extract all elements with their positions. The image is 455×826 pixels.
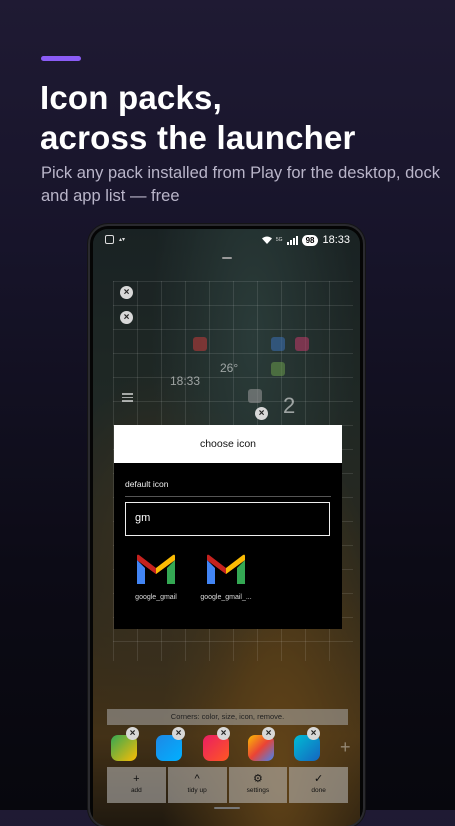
app-icon[interactable]	[295, 337, 309, 351]
divider	[125, 496, 331, 497]
chevron-up-icon: ^	[194, 773, 200, 785]
weather-temp: 26°	[220, 361, 239, 375]
tidy-up-label: tidy up	[187, 787, 207, 794]
menu-icon[interactable]	[122, 393, 133, 404]
add-button[interactable]: + add	[107, 767, 166, 803]
dock: × × × × × +	[107, 727, 352, 765]
icon-result-label: google_gmail	[135, 594, 177, 601]
icon-result-google-gmail[interactable]: google_gmail	[119, 554, 193, 601]
icon-result-google-gmail-alt[interactable]: google_gmail_...	[189, 554, 263, 601]
gmail-icon	[207, 554, 245, 584]
default-icon-option[interactable]: default icon	[125, 479, 168, 489]
edit-toolbar: + add ^ tidy up ⚙ settings ✓ done	[107, 767, 348, 803]
signal-icon	[286, 235, 298, 245]
corners-hint: Corners: color, size, icon, remove.	[107, 709, 348, 725]
status-time: 18:33	[322, 234, 350, 246]
check-icon: ✓	[314, 773, 324, 785]
status-bar: ▴▾ 5G 98 18:33	[93, 229, 360, 251]
headline-line-2: across the launcher	[40, 119, 356, 156]
gmail-icon	[137, 554, 175, 584]
icon-search-input[interactable]: gm	[125, 502, 330, 536]
accent-bar	[41, 56, 81, 61]
gear-icon: ⚙	[252, 773, 263, 785]
plus-icon: +	[133, 773, 140, 785]
headline-line-1: Icon packs,	[40, 79, 222, 116]
settings-button[interactable]: ⚙ settings	[228, 767, 288, 803]
status-right: 5G 98 18:33	[261, 234, 350, 246]
app-icon[interactable]	[248, 389, 262, 403]
home-clock: 18:33	[170, 374, 201, 388]
network-type: 5G	[275, 236, 283, 243]
done-label: done	[311, 787, 326, 794]
linkedin-icon[interactable]	[271, 337, 285, 351]
choose-icon-dialog: choose icon default icon gm google_gmail	[114, 425, 342, 629]
icon-result-label: google_gmail_...	[200, 594, 252, 601]
remove-badge[interactable]: ×	[255, 407, 268, 420]
done-button[interactable]: ✓ done	[289, 767, 348, 803]
status-left: ▴▾	[105, 235, 125, 244]
edit-handle	[221, 257, 232, 259]
remove-badge[interactable]: ×	[172, 727, 185, 740]
remove-badge[interactable]: ×	[307, 727, 320, 740]
headline: Icon packs, across the launcher	[40, 78, 440, 158]
screenshot-icon	[105, 235, 114, 244]
remove-badge[interactable]: ×	[217, 727, 230, 740]
home-indicator	[213, 807, 240, 809]
wifi-icon	[261, 236, 272, 244]
battery-badge: 98	[301, 234, 319, 246]
app-icon[interactable]	[271, 362, 285, 376]
tidy-up-button[interactable]: ^ tidy up	[167, 767, 227, 803]
app-icon[interactable]	[193, 337, 207, 351]
subheadline: Pick any pack installed from Play for th…	[41, 164, 440, 205]
remove-badge[interactable]: ×	[120, 311, 133, 324]
settings-label: settings	[246, 787, 270, 794]
remove-badge[interactable]: ×	[262, 727, 275, 740]
page-indicator: 2	[283, 393, 296, 418]
data-speed-icon: ▴▾	[119, 237, 126, 243]
add-label: add	[130, 787, 142, 794]
dialog-title: choose icon	[114, 425, 342, 463]
remove-badge[interactable]: ×	[126, 727, 139, 740]
phone-mockup: ▴▾ 5G 98 18:33 × × 18:33 26° 2 × choose …	[90, 226, 363, 826]
add-dock-icon[interactable]: +	[340, 737, 351, 758]
remove-badge[interactable]: ×	[120, 286, 133, 299]
phone-screen: ▴▾ 5G 98 18:33 × × 18:33 26° 2 × choose …	[93, 229, 360, 826]
